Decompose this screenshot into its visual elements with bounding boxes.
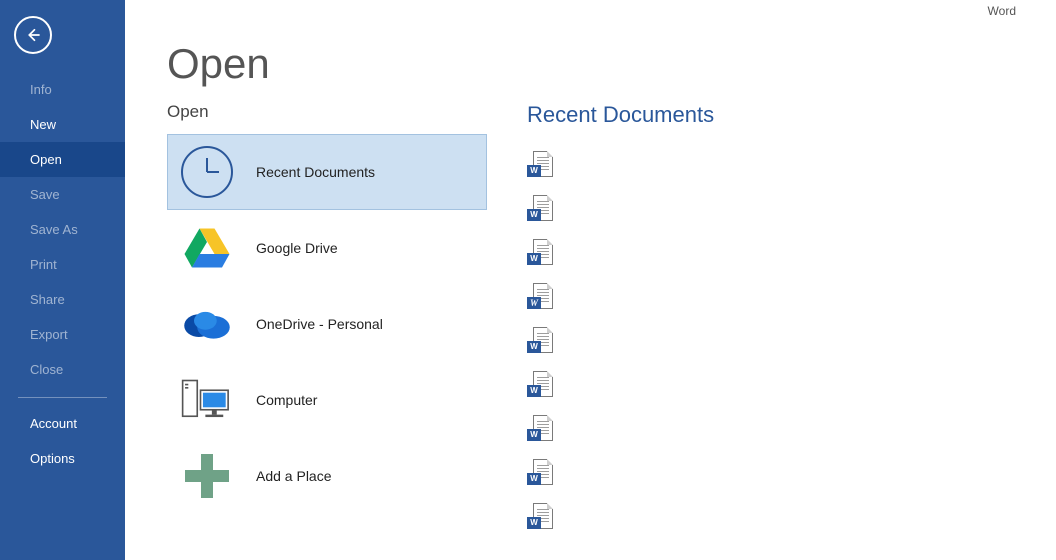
sidebar-item-save[interactable]: Save xyxy=(0,177,125,212)
recent-documents-column: Recent Documents WWWWWWWWW xyxy=(487,102,1056,560)
computer-icon xyxy=(178,371,236,429)
place-google-drive[interactable]: Google Drive xyxy=(167,210,487,286)
word-document-icon: W xyxy=(527,239,553,269)
place-label: OneDrive - Personal xyxy=(256,316,383,332)
place-computer[interactable]: Computer xyxy=(167,362,487,438)
recent-document-item[interactable]: W xyxy=(527,144,1056,188)
sidebar-divider xyxy=(18,397,107,398)
open-places-column: Open Recent Documents G xyxy=(167,102,487,560)
sidebar-item-options[interactable]: Options xyxy=(0,441,125,476)
sidebar-item-new[interactable]: New xyxy=(0,107,125,142)
place-label: Recent Documents xyxy=(256,164,375,180)
place-label: Add a Place xyxy=(256,468,332,484)
place-label: Google Drive xyxy=(256,240,338,256)
sidebar-item-close[interactable]: Close xyxy=(0,352,125,387)
google-drive-icon xyxy=(178,219,236,277)
word-document-icon: W xyxy=(527,459,553,489)
sidebar-item-open[interactable]: Open xyxy=(0,142,125,177)
place-onedrive[interactable]: OneDrive - Personal xyxy=(167,286,487,362)
recent-document-item[interactable]: W xyxy=(527,188,1056,232)
onedrive-icon xyxy=(178,295,236,353)
recent-document-item[interactable]: W xyxy=(527,364,1056,408)
window-title: Word xyxy=(988,4,1016,18)
add-place-icon xyxy=(178,447,236,505)
word-document-icon: W xyxy=(527,371,553,401)
word-document-icon: W xyxy=(527,283,553,313)
recent-documents-title: Recent Documents xyxy=(527,102,1056,128)
back-button[interactable] xyxy=(14,16,52,54)
recent-document-item[interactable]: W xyxy=(527,408,1056,452)
word-document-icon: W xyxy=(527,195,553,225)
sidebar-item-info[interactable]: Info xyxy=(0,72,125,107)
backstage-sidebar: Info New Open Save Save As Print Share E… xyxy=(0,0,125,560)
page-title: Open xyxy=(167,40,1056,88)
place-recent-documents[interactable]: Recent Documents xyxy=(167,134,487,210)
recent-document-item[interactable]: W xyxy=(527,320,1056,364)
word-document-icon: W xyxy=(527,415,553,445)
open-places-title: Open xyxy=(167,102,487,122)
word-document-icon: W xyxy=(527,503,553,533)
word-document-icon: W xyxy=(527,327,553,357)
sidebar-item-export[interactable]: Export xyxy=(0,317,125,352)
place-label: Computer xyxy=(256,392,317,408)
recent-document-item[interactable]: W xyxy=(527,452,1056,496)
back-arrow-icon xyxy=(24,26,42,44)
clock-icon xyxy=(178,143,236,201)
sidebar-item-saveas[interactable]: Save As xyxy=(0,212,125,247)
recent-document-item[interactable]: W xyxy=(527,276,1056,320)
place-add-a-place[interactable]: Add a Place xyxy=(167,438,487,514)
recent-document-item[interactable]: W xyxy=(527,232,1056,276)
sidebar-item-account[interactable]: Account xyxy=(0,406,125,441)
sidebar-item-print[interactable]: Print xyxy=(0,247,125,282)
recent-document-item[interactable]: W xyxy=(527,496,1056,540)
word-document-icon: W xyxy=(527,151,553,181)
sidebar-item-share[interactable]: Share xyxy=(0,282,125,317)
